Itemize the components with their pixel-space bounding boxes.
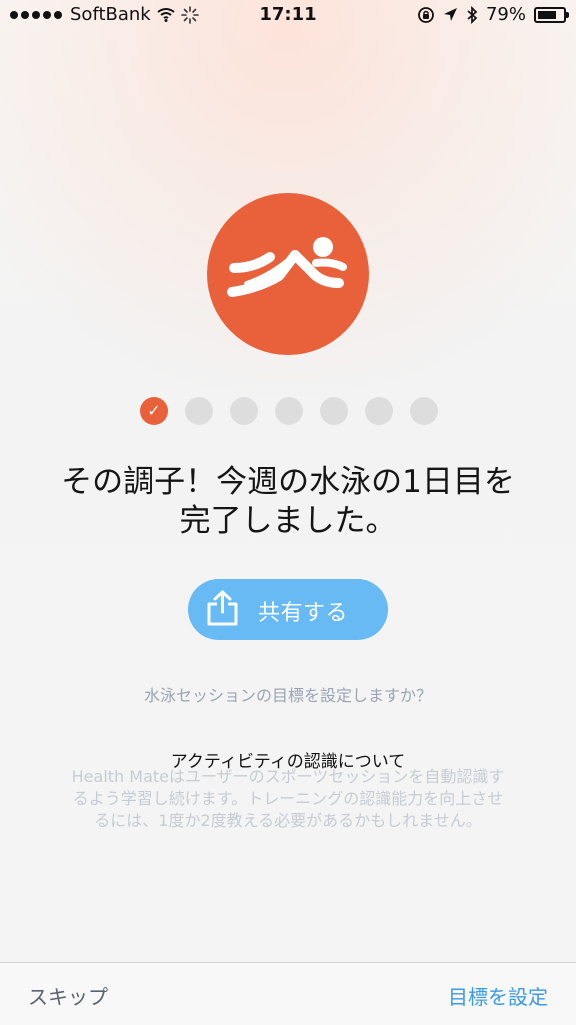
skip-button[interactable]: スキップ	[28, 981, 108, 1010]
activity-badge	[207, 193, 369, 355]
status-right: 79%	[417, 4, 569, 25]
weekly-progress-dots: ✓	[140, 397, 438, 425]
goal-question-text: 水泳セッションの目標を設定しますか？	[143, 686, 432, 705]
progress-dot	[275, 397, 303, 425]
swimming-icon	[227, 237, 347, 297]
progress-dot	[320, 397, 348, 425]
completion-message-line-2: 完了しました。	[179, 503, 397, 539]
share-icon	[207, 590, 238, 626]
battery-percent: 79%	[485, 4, 526, 25]
activity-recognition-description: Health Mateはユーザーのスポーツセッションを自動認識す るよう学習し続…	[49, 766, 527, 832]
share-button-label: 共有する	[258, 600, 349, 625]
progress-dot	[185, 397, 213, 425]
location-icon	[443, 8, 457, 21]
progress-dot-completed: ✓	[140, 397, 168, 425]
completion-message: その調子！今週の水泳の1日目を 完了しました。	[48, 463, 528, 541]
description-line-1: Health Mateはユーザーのスポーツセッションを自動認識す	[71, 767, 505, 786]
status-bar: SoftBank 17:11 79%	[0, 0, 576, 31]
completion-message-line-1: その調子！今週の水泳の1日目を	[61, 464, 515, 500]
checkmark-icon: ✓	[147, 401, 161, 420]
progress-dot	[410, 397, 438, 425]
progress-dot	[230, 397, 258, 425]
progress-dot	[365, 397, 393, 425]
description-line-2: るよう学習し続けます。トレーニングの認識能力を向上させ	[72, 789, 504, 808]
bottom-action-bar: スキップ 目標を設定	[0, 962, 576, 1025]
orientation-lock-icon	[418, 6, 434, 23]
bluetooth-icon	[467, 5, 478, 24]
set-goal-button[interactable]: 目標を設定	[448, 981, 548, 1010]
workout-confirmation-screen: SoftBank 17:11 79% ✓ その調子！今週の水泳の1日目を 完了し…	[0, 0, 576, 1025]
description-line-3: るには、1度か2度教える必要があるかもしれません。	[94, 811, 482, 830]
share-button[interactable]: 共有する	[188, 579, 388, 640]
battery-icon	[534, 6, 569, 23]
